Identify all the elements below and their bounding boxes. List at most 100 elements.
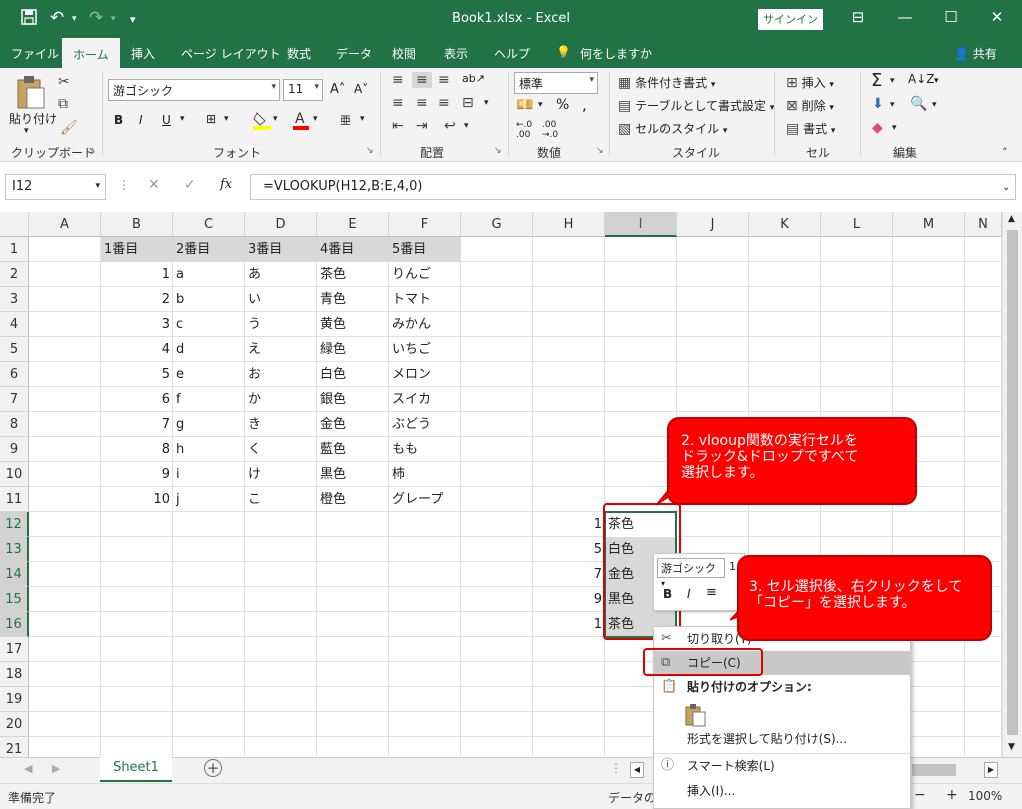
column-header-g[interactable]: G <box>461 212 533 237</box>
tab-view[interactable]: 表示 <box>444 45 468 62</box>
align-bottom-icon[interactable]: ≡ <box>438 72 450 88</box>
font-color-icon[interactable]: A <box>292 110 310 133</box>
table-cell[interactable]: 黒色 <box>317 462 389 487</box>
scrollbar-thumb[interactable] <box>1007 230 1018 735</box>
row-header-12[interactable]: 12 <box>0 512 29 537</box>
menu-item-smart-lookup[interactable]: ⓘ スマート検索(L) <box>654 754 910 778</box>
next-sheet-icon[interactable]: ▶ <box>52 762 60 775</box>
scroll-left-icon[interactable]: ◀ <box>630 762 644 778</box>
name-box[interactable]: I12 ▾ <box>5 174 106 200</box>
table-cell[interactable]: b <box>173 287 245 312</box>
row-header-13[interactable]: 13 <box>0 537 29 562</box>
scroll-up-icon[interactable]: ▲ <box>1008 214 1015 224</box>
percent-style-icon[interactable]: % <box>556 97 569 113</box>
chevron-down-icon[interactable]: ▾ <box>890 76 895 86</box>
tab-help[interactable]: ヘルプ <box>494 45 530 62</box>
lookup-key-cell[interactable]: 5 <box>533 537 605 562</box>
tab-insert[interactable]: 挿入 <box>131 45 155 62</box>
table-cell[interactable]: もも <box>389 437 461 462</box>
close-button[interactable]: ✕ <box>985 8 1009 26</box>
table-cell[interactable]: 7 <box>101 412 173 437</box>
table-cell[interactable]: d <box>173 337 245 362</box>
find-select-icon[interactable]: 🔍 <box>910 96 927 112</box>
table-cell[interactable]: いちご <box>389 337 461 362</box>
tab-formulas[interactable]: 数式 <box>287 45 311 62</box>
underline-icon[interactable]: U <box>162 113 171 127</box>
row-header-3[interactable]: 3 <box>0 287 29 312</box>
table-header-cell[interactable]: 2番目 <box>173 237 245 262</box>
table-cell[interactable]: 金色 <box>317 412 389 437</box>
column-header-j[interactable]: J <box>677 212 749 237</box>
table-cell[interactable]: りんご <box>389 262 461 287</box>
table-cell[interactable]: 1 <box>101 262 173 287</box>
ribbon-display-options-icon[interactable]: ⊟ <box>846 8 870 26</box>
row-header-19[interactable]: 19 <box>0 687 29 712</box>
formula-input[interactable]: =VLOOKUP(H12,B:E,4,0) <box>250 174 1016 200</box>
align-middle-icon[interactable]: ≡ <box>412 72 432 88</box>
table-cell[interactable]: 茶色 <box>317 262 389 287</box>
decrease-font-size-icon[interactable]: A˅ <box>354 82 368 96</box>
table-cell[interactable]: e <box>173 362 245 387</box>
format-cells-button[interactable]: ▤ 書式 ▾ <box>786 120 835 137</box>
mini-align-center-icon[interactable]: ≡ <box>706 585 717 600</box>
paste-option-icon[interactable] <box>684 703 708 730</box>
table-cell[interactable]: う <box>245 312 317 337</box>
column-header-m[interactable]: M <box>893 212 965 237</box>
mini-bold-icon[interactable]: B <box>663 587 672 601</box>
column-header-b[interactable]: B <box>101 212 173 237</box>
lookup-key-cell[interactable]: 7 <box>533 562 605 587</box>
chevron-down-icon[interactable]: ▾ <box>313 114 318 124</box>
mini-italic-icon[interactable]: I <box>687 587 691 601</box>
table-cell[interactable]: お <box>245 362 317 387</box>
fill-icon[interactable]: ⬇ <box>872 96 884 112</box>
tell-me-search[interactable]: 何をしますか <box>580 45 652 62</box>
enter-icon[interactable]: ✓ <box>184 177 196 193</box>
zoom-in-button[interactable]: + <box>946 787 958 803</box>
autosum-icon[interactable]: Σ <box>871 70 882 91</box>
select-all-corner[interactable] <box>0 212 29 237</box>
zoom-level[interactable]: 100% <box>968 789 1002 803</box>
insert-cells-button[interactable]: ⊞ 挿入 ▾ <box>786 74 834 91</box>
column-header-f[interactable]: F <box>389 212 461 237</box>
cut-icon[interactable]: ✂ <box>58 74 70 90</box>
italic-icon[interactable]: I <box>139 113 143 127</box>
table-cell[interactable]: 白色 <box>317 362 389 387</box>
chevron-down-icon[interactable]: ▾ <box>538 100 543 110</box>
tab-file[interactable]: ファイル <box>11 45 59 62</box>
table-cell[interactable]: 4 <box>101 337 173 362</box>
table-cell[interactable]: 8 <box>101 437 173 462</box>
row-header-4[interactable]: 4 <box>0 312 29 337</box>
scroll-down-icon[interactable]: ▼ <box>1008 742 1015 752</box>
row-header-2[interactable]: 2 <box>0 262 29 287</box>
orientation-icon[interactable]: ab↗ <box>462 72 485 85</box>
row-header-15[interactable]: 15 <box>0 587 29 612</box>
table-cell[interactable]: か <box>245 387 317 412</box>
paste-icon[interactable] <box>14 74 48 115</box>
table-cell[interactable]: え <box>245 337 317 362</box>
horizontal-scrollbar-thumb[interactable] <box>912 764 956 776</box>
table-cell[interactable]: 2 <box>101 287 173 312</box>
chevron-down-icon[interactable]: ▾ <box>484 98 489 108</box>
paste-dropdown-icon[interactable]: ▾ <box>24 126 29 136</box>
row-header-9[interactable]: 9 <box>0 437 29 462</box>
table-cell[interactable]: みかん <box>389 312 461 337</box>
chevron-down-icon[interactable]: ▾ <box>892 123 897 133</box>
menu-item-insert[interactable]: 挿入(I)... <box>654 779 910 803</box>
phonetic-guide-icon[interactable]: 亜 <box>340 112 351 128</box>
table-cell[interactable]: f <box>173 387 245 412</box>
chevron-down-icon[interactable]: ▾ <box>180 114 185 124</box>
column-header-c[interactable]: C <box>173 212 245 237</box>
align-top-icon[interactable]: ≡ <box>392 72 404 88</box>
lookup-key-cell[interactable]: 1 <box>533 612 605 637</box>
table-cell[interactable]: こ <box>245 487 317 512</box>
delete-cells-button[interactable]: ⊠ 削除 ▾ <box>786 97 834 114</box>
table-cell[interactable]: グレープ <box>389 487 461 512</box>
column-header-n[interactable]: N <box>965 212 1002 237</box>
lookup-key-cell[interactable]: 9 <box>533 587 605 612</box>
align-left-icon[interactable]: ≡ <box>392 95 404 111</box>
row-header-10[interactable]: 10 <box>0 462 29 487</box>
row-header-8[interactable]: 8 <box>0 412 29 437</box>
table-cell[interactable]: スイカ <box>389 387 461 412</box>
table-cell[interactable]: 銀色 <box>317 387 389 412</box>
borders-icon[interactable]: ⊞ <box>206 112 216 126</box>
